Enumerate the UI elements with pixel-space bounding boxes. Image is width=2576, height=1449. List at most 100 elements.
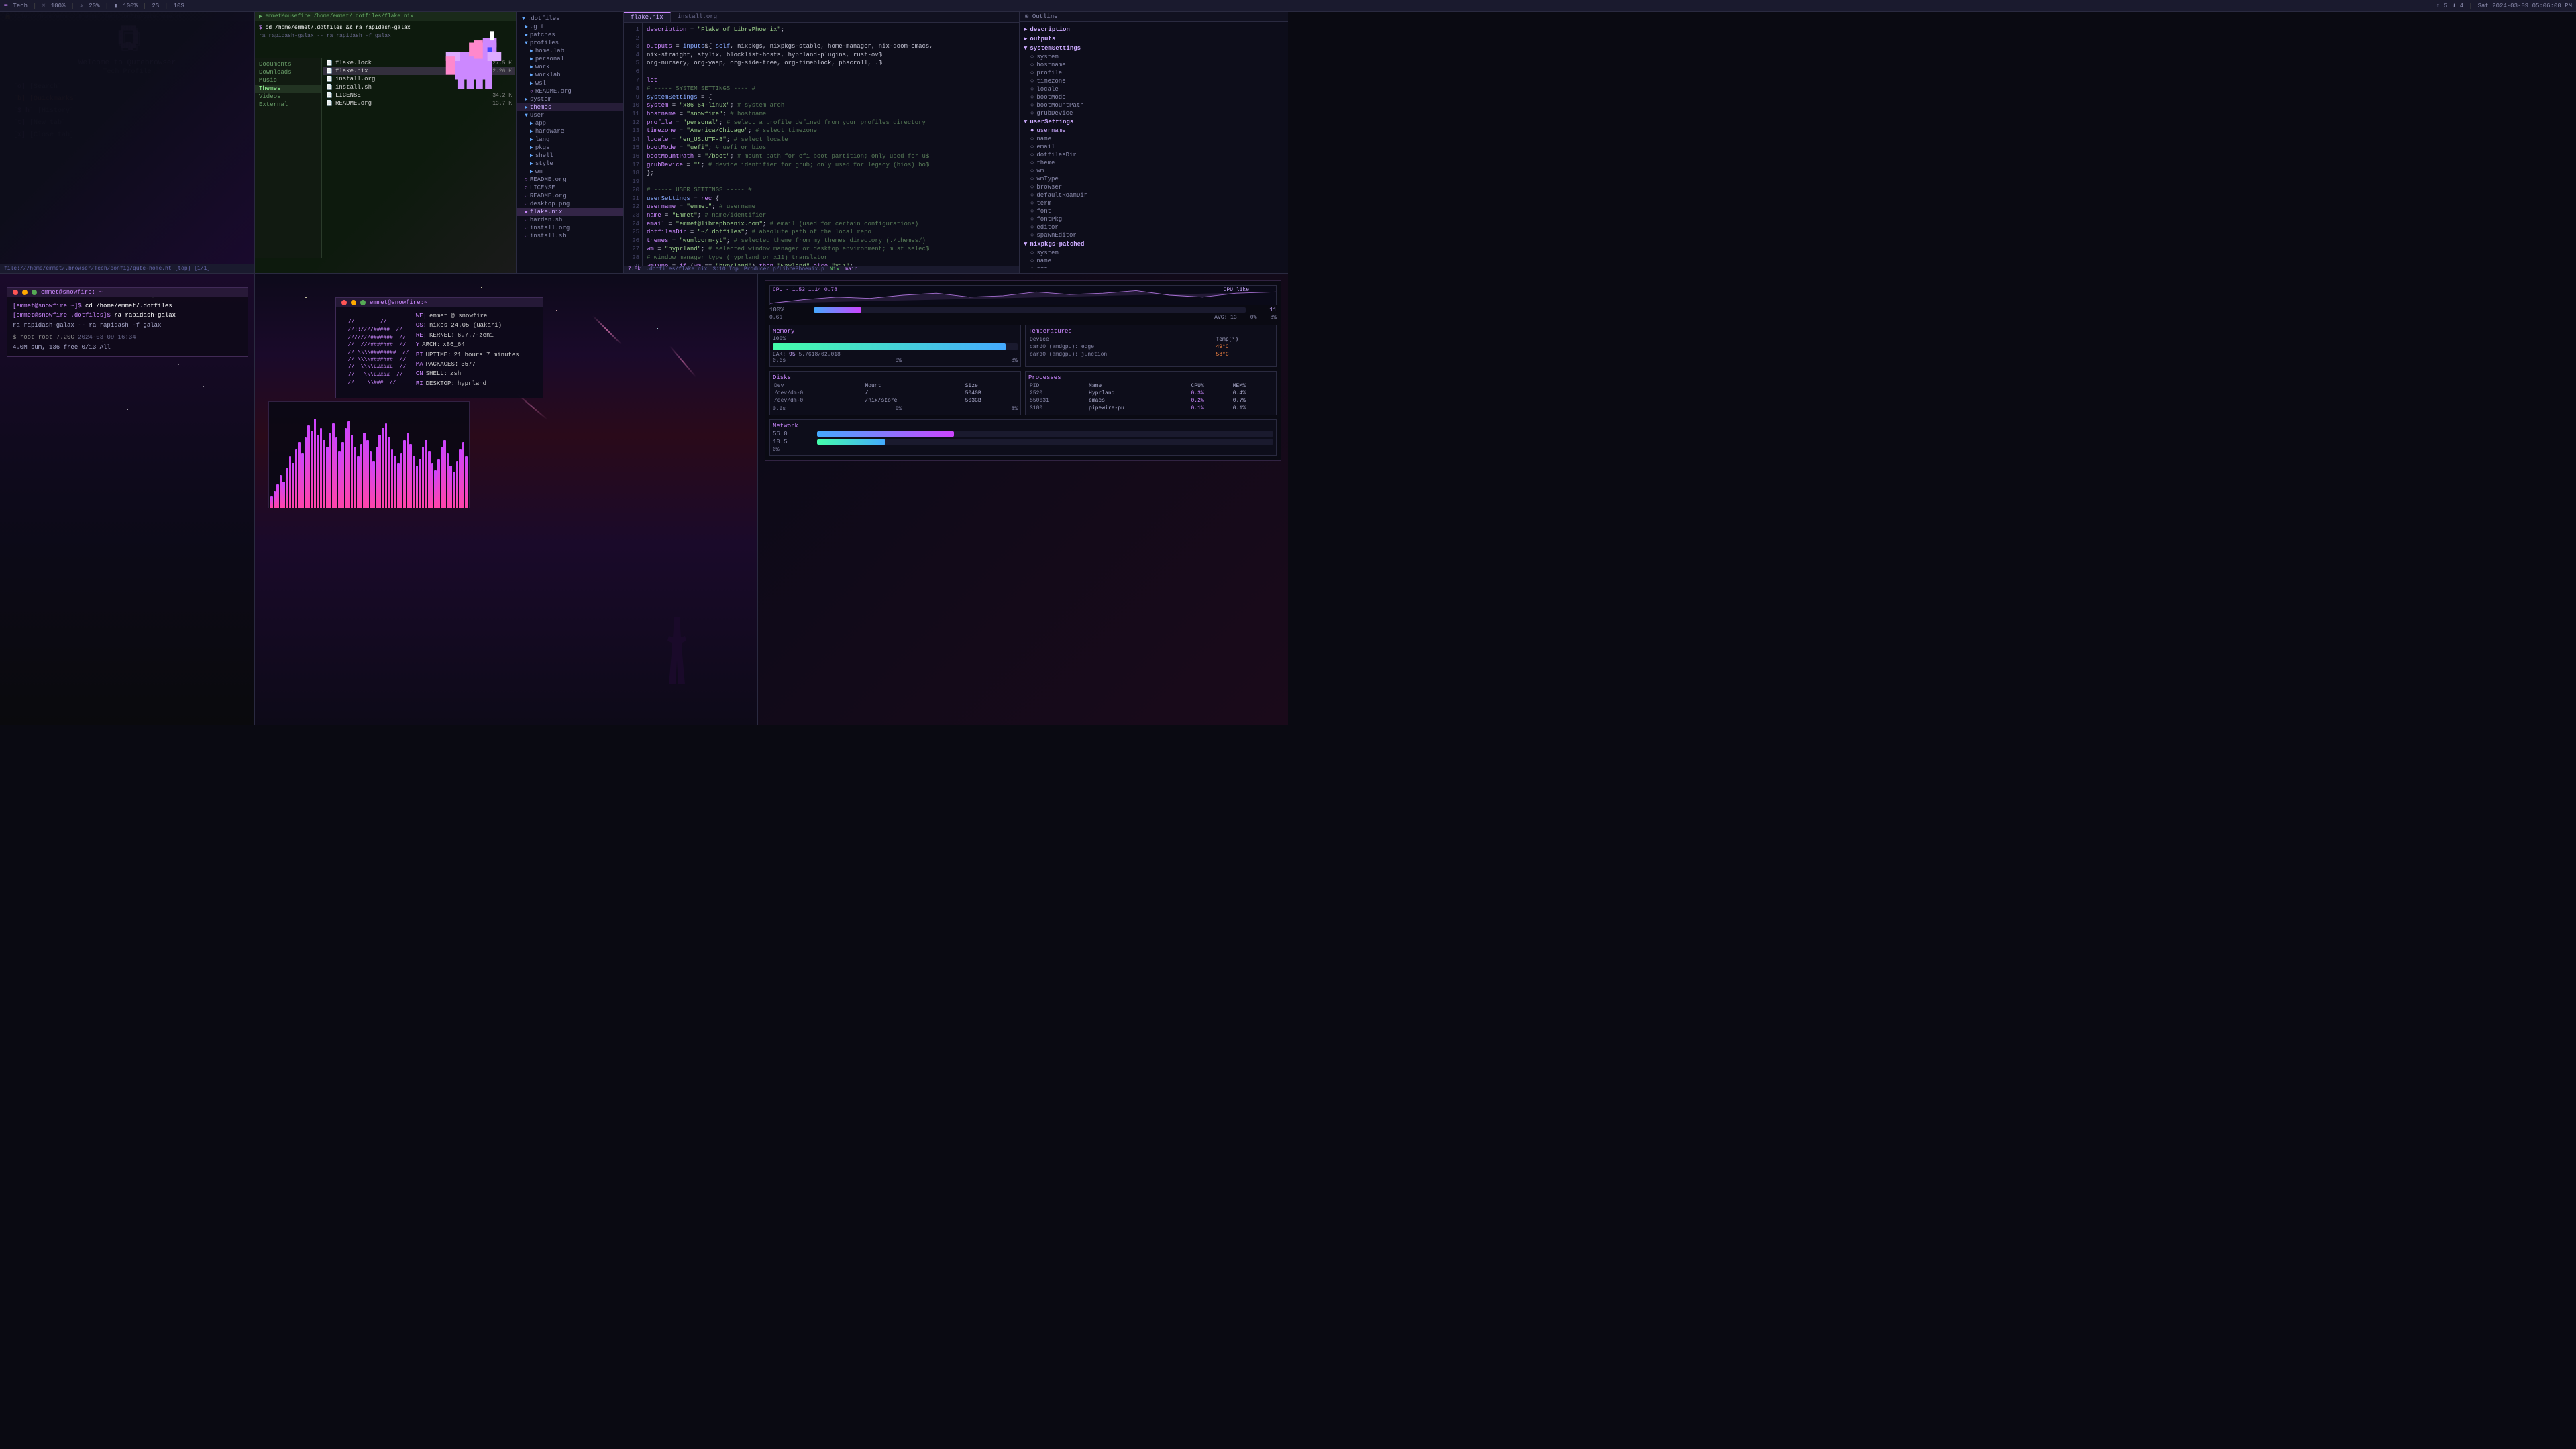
tree-item-label: wsl bbox=[535, 80, 546, 87]
tree-profiles[interactable]: ▼ profiles bbox=[517, 39, 623, 47]
viz-bar bbox=[394, 456, 396, 508]
tree-system[interactable]: ▶ system bbox=[517, 95, 623, 103]
neofetch-logo: // // //::////##### // ///////####### //… bbox=[341, 311, 409, 394]
tree-wm[interactable]: ▶ wm bbox=[517, 168, 623, 176]
tree-homelab[interactable]: ▶ home.lab bbox=[517, 47, 623, 55]
outline-description[interactable]: ▶ description bbox=[1020, 25, 1288, 34]
outline-hostname[interactable]: ○hostname bbox=[1020, 61, 1288, 69]
disk-head-mount: Mount bbox=[863, 382, 963, 390]
processes-box: Processes PID Name CPU% MEM% 2520 H bbox=[1025, 371, 1277, 415]
file-icon: ○ bbox=[525, 225, 528, 231]
outline-systemsettings[interactable]: ▼ systemSettings bbox=[1020, 44, 1288, 53]
outline-system[interactable]: ○system bbox=[1020, 53, 1288, 61]
outline-grubdevice[interactable]: ○grubDevice bbox=[1020, 109, 1288, 117]
fm-file-readme[interactable]: 📄 README.org 13.7 K bbox=[323, 99, 515, 107]
tree-root[interactable]: ▼ .dotfiles bbox=[517, 15, 623, 23]
tree-style[interactable]: ▶ style bbox=[517, 160, 623, 168]
tree-app[interactable]: ▶ app bbox=[517, 119, 623, 127]
viz-bar bbox=[465, 456, 468, 508]
top-bar: ⌨ Tech | ☀ 100% | ♪ 20% | ▮ 100% | 2S | … bbox=[0, 0, 2576, 12]
outline-browser[interactable]: ○browser bbox=[1020, 183, 1288, 191]
outline-font[interactable]: ○font bbox=[1020, 207, 1288, 215]
outline-usersettings[interactable]: ▼ userSettings bbox=[1020, 117, 1288, 127]
outline-profile[interactable]: ○profile bbox=[1020, 69, 1288, 77]
outline-npp-src[interactable]: ○src bbox=[1020, 265, 1288, 268]
temperature-box: Temperatures Device Temp(°) card0 (amdgp… bbox=[1025, 325, 1277, 367]
disk-size-1: 504GB bbox=[964, 390, 1018, 397]
tree-install-sh[interactable]: ○ install.sh bbox=[517, 232, 623, 240]
viz-bar bbox=[270, 496, 273, 508]
outline-npp-system[interactable]: ○system bbox=[1020, 249, 1288, 257]
tree-readme3[interactable]: ○ README.org bbox=[517, 192, 623, 200]
outline-wmtype[interactable]: ○wmType bbox=[1020, 175, 1288, 183]
folder-icon: ▶ bbox=[530, 64, 533, 70]
viz-bar bbox=[449, 466, 452, 508]
item-label: system bbox=[1036, 250, 1058, 256]
item-icon: ○ bbox=[1030, 224, 1034, 231]
net-idle: 0% bbox=[773, 447, 780, 453]
tab-flake-nix[interactable]: flake.nix bbox=[624, 12, 671, 22]
tree-pkgs[interactable]: ▶ pkgs bbox=[517, 144, 623, 152]
tree-git[interactable]: ▶ .git bbox=[517, 23, 623, 31]
outline-defaultroamdir[interactable]: ○defaultRoamDir bbox=[1020, 191, 1288, 199]
outline-name[interactable]: ○name bbox=[1020, 135, 1288, 143]
disk-head-dev: Dev bbox=[773, 382, 863, 390]
tab-install-org[interactable]: install.org bbox=[671, 12, 724, 22]
net-footer: 0% bbox=[773, 447, 1273, 453]
tree-patches[interactable]: ▶ patches bbox=[517, 31, 623, 39]
tree-shell[interactable]: ▶ shell bbox=[517, 152, 623, 160]
fm-nav-documents[interactable]: Documents bbox=[255, 60, 321, 68]
outline-spawneditor[interactable]: ○spawnEditor bbox=[1020, 231, 1288, 239]
window-max-dot bbox=[32, 290, 37, 295]
outline-username[interactable]: ●username bbox=[1020, 127, 1288, 135]
tree-worklab[interactable]: ▶ worklab bbox=[517, 71, 623, 79]
tree-themes[interactable]: ▶ themes bbox=[517, 103, 623, 111]
fm-nav-videos[interactable]: Videos bbox=[255, 93, 321, 101]
tree-lang[interactable]: ▶ lang bbox=[517, 136, 623, 144]
fm-nav-music[interactable]: Music bbox=[255, 76, 321, 85]
item-icon: ○ bbox=[1030, 168, 1034, 174]
item-icon: ○ bbox=[1030, 200, 1034, 207]
outline-dotfilesdir[interactable]: ○dotfilesDir bbox=[1020, 151, 1288, 159]
fm-header-bar: ▶ emmetMousefire /home/emmet/.dotfiles/f… bbox=[255, 12, 516, 21]
cpu-label: CPU - 1.53 1.14 0.78 bbox=[773, 287, 837, 293]
tree-readme2[interactable]: ○ README.org bbox=[517, 176, 623, 184]
terminal-body[interactable]: [emmet@snowfire ~]$ cd /home/emmet/.dotf… bbox=[7, 297, 248, 356]
tree-install-org[interactable]: ○ install.org bbox=[517, 224, 623, 232]
fm-nav-themes[interactable]: Themes bbox=[255, 85, 321, 93]
temp-head-val: Temp(°) bbox=[1214, 336, 1273, 343]
outline-npp-name[interactable]: ○name bbox=[1020, 257, 1288, 265]
tree-work[interactable]: ▶ work bbox=[517, 63, 623, 71]
nf-os: OS: nixos 24.05 (uakari) bbox=[416, 321, 537, 330]
outline-timezone[interactable]: ○timezone bbox=[1020, 77, 1288, 85]
code-content-area[interactable]: 12345 678910 1112131415 1617181920 21222… bbox=[624, 23, 1019, 266]
outline-outputs[interactable]: ▶ outputs bbox=[1020, 34, 1288, 44]
tree-license[interactable]: ○ LICENSE bbox=[517, 184, 623, 192]
outline-email[interactable]: ○email bbox=[1020, 143, 1288, 151]
outline-nixpkgs-patched[interactable]: ▼ nixpkgs-patched bbox=[1020, 239, 1288, 249]
tree-personal[interactable]: ▶ personal bbox=[517, 55, 623, 63]
outline-wm[interactable]: ○wm bbox=[1020, 167, 1288, 175]
outline-bootmode[interactable]: ○bootMode bbox=[1020, 93, 1288, 101]
outline-fontpkg[interactable]: ○fontPkg bbox=[1020, 215, 1288, 223]
outline-editor[interactable]: ○editor bbox=[1020, 223, 1288, 231]
outline-locale[interactable]: ○locale bbox=[1020, 85, 1288, 93]
tb-brightness: 100% bbox=[51, 3, 66, 9]
fm-nav-external[interactable]: External bbox=[255, 101, 321, 109]
tb-app: Tech bbox=[13, 3, 28, 9]
tree-harden[interactable]: ○ harden.sh bbox=[517, 216, 623, 224]
outline-bootmountpath[interactable]: ○bootMountPath bbox=[1020, 101, 1288, 109]
star bbox=[178, 364, 179, 365]
tree-hardware[interactable]: ▶ hardware bbox=[517, 127, 623, 136]
tree-flake-nix[interactable]: ● flake.nix bbox=[517, 208, 623, 216]
tree-desktop[interactable]: ○ desktop.png bbox=[517, 200, 623, 208]
code-text[interactable]: description = "Flake of LibrePhoenix"; o… bbox=[643, 23, 1019, 266]
fm-nav-downloads[interactable]: Downloads bbox=[255, 68, 321, 76]
outline-term[interactable]: ○term bbox=[1020, 199, 1288, 207]
tree-wsl[interactable]: ▶ wsl bbox=[517, 79, 623, 87]
tree-readme-profiles[interactable]: ○ README.org bbox=[517, 87, 623, 95]
outline-theme[interactable]: ○theme bbox=[1020, 159, 1288, 167]
line-numbers: 12345 678910 1112131415 1617181920 21222… bbox=[624, 23, 643, 266]
fm-path: emmetMousefire /home/emmet/.dotfiles/fla… bbox=[265, 13, 413, 20]
tree-user[interactable]: ▼ user bbox=[517, 111, 623, 119]
